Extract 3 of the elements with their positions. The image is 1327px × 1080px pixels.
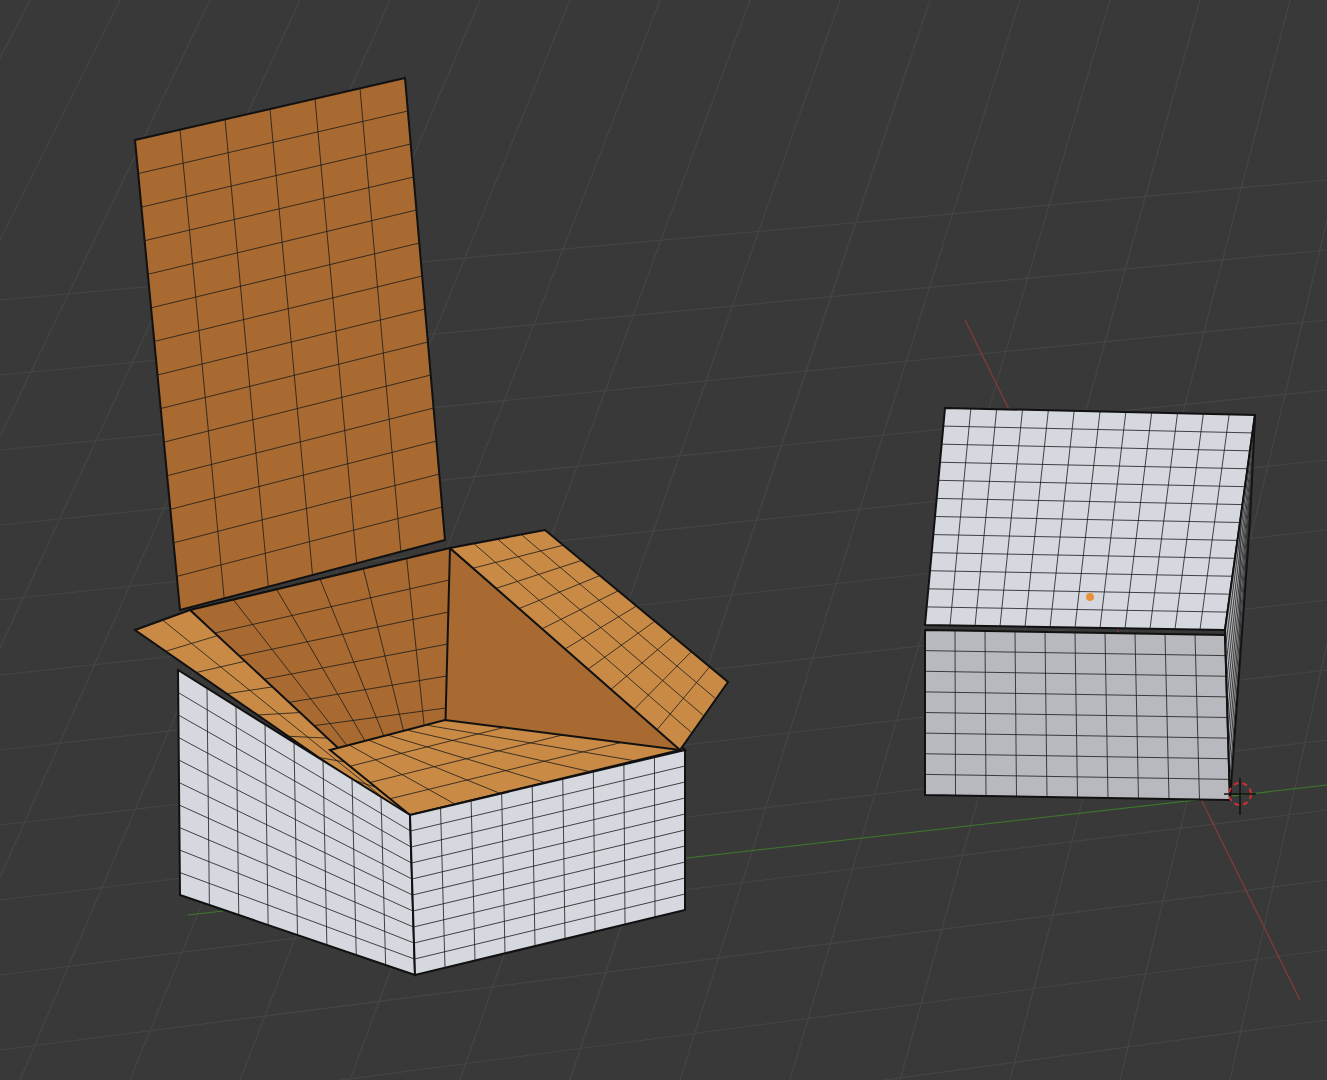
open-box-drawing[interactable] [132, 76, 730, 977]
3d-cursor-icon[interactable] [1223, 777, 1257, 816]
closed-box-drawing[interactable] [923, 406, 1257, 801]
